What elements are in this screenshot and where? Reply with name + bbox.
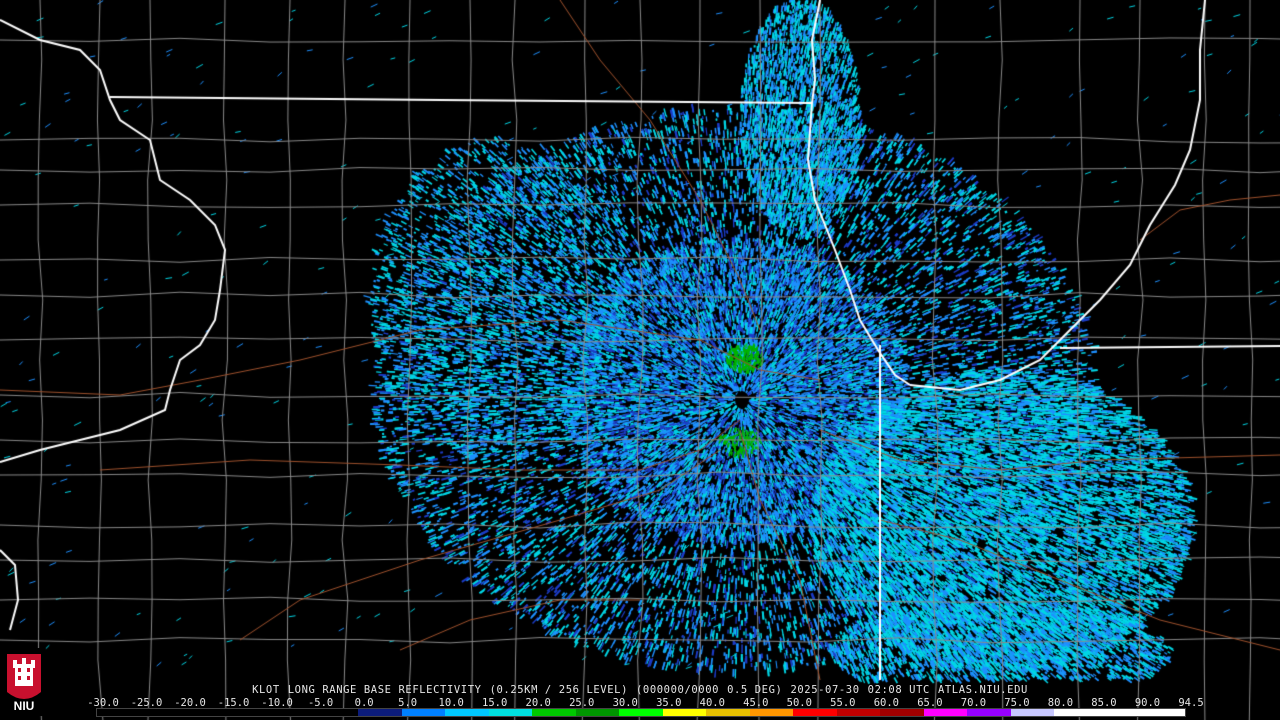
logo-text: NIU [14,699,35,713]
colorbar-segment [1141,709,1185,716]
reflectivity-colorbar [96,708,1186,717]
colorbar-segment [1097,709,1142,716]
radar-map [0,0,1280,720]
niu-logo: NIU [3,648,45,716]
colorbar-segment [749,709,794,716]
colorbar-segment [97,709,141,716]
colorbar-segment [227,709,272,716]
colorbar-segment [532,709,576,716]
colorbar-segment [1010,709,1055,716]
volume-id: (000000/0000 [636,684,720,696]
colorbar-segment [314,709,359,716]
colorbar-segment [184,709,228,716]
colorbar-segment [401,709,446,716]
colorbar-segment [923,709,968,716]
colorbar-segment [445,709,489,716]
colorbar-segment [967,709,1011,716]
colorbar-segment [140,709,185,716]
station-id: KLOT [252,684,280,696]
site-url: ATLAS.NIU.EDU [937,684,1028,696]
resolution: (0.25KM / 256 LEVEL) [489,684,628,696]
product-info-line: KLOT LONG RANGE BASE REFLECTIVITY (0.25KM … [0,684,1280,696]
colorbar-segment [575,709,620,716]
colorbar-segment [619,709,663,716]
colorbar-segment [880,709,924,716]
colorbar-segment [271,709,315,716]
colorbar-segment [1054,709,1098,716]
colorbar-segment [706,709,750,716]
product-name: LONG RANGE BASE REFLECTIVITY [287,684,482,696]
scan-date: 2025-07-30 [790,684,860,696]
elevation: 0.5 DEG) [727,684,783,696]
colorbar-segment [662,709,707,716]
colorbar-segment [793,709,837,716]
scan-time: 02:08 UTC [867,684,930,696]
colorbar-segment [488,709,533,716]
colorbar-segment [836,709,881,716]
colorbar-segment [358,709,402,716]
